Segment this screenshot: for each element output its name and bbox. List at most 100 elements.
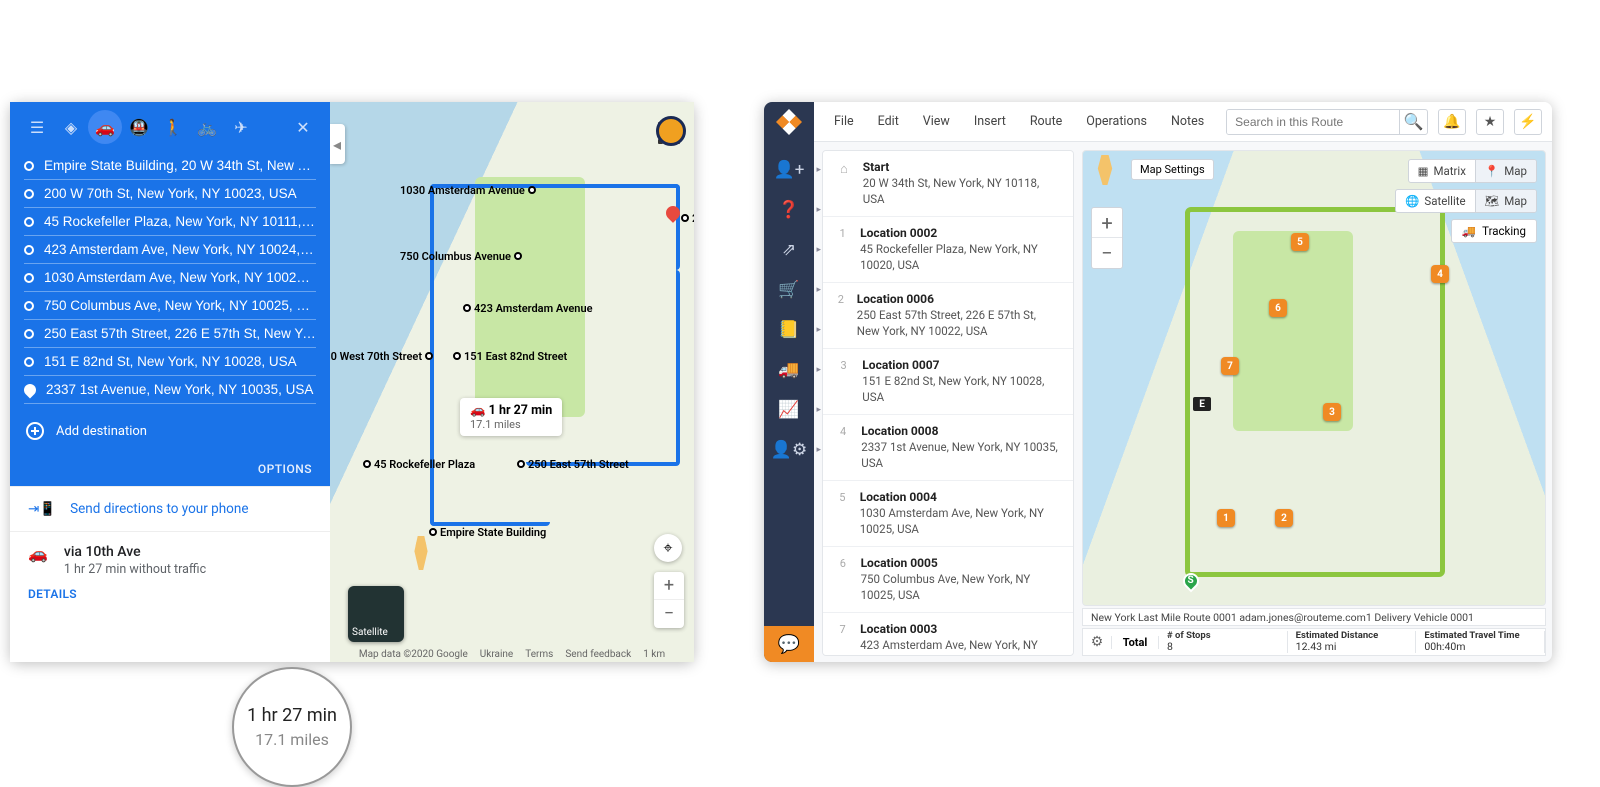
tracking-button[interactable]: 🚚Tracking bbox=[1451, 219, 1537, 243]
gm-waypoint[interactable] bbox=[24, 292, 316, 320]
gm-waypoint[interactable] bbox=[24, 180, 316, 208]
analytics-icon[interactable]: 📈▸ bbox=[769, 394, 809, 426]
chat-icon[interactable]: 💬 bbox=[764, 626, 814, 662]
bolt-icon[interactable]: ⚡ bbox=[1514, 109, 1542, 135]
menu-file[interactable]: File bbox=[824, 110, 864, 133]
rp-stop-item[interactable]: 4Location 00082337 1st Avenue, New York,… bbox=[823, 415, 1073, 481]
stop-marker-icon[interactable]: 4 bbox=[1431, 265, 1449, 283]
dot-icon bbox=[24, 301, 34, 311]
best-route-icon[interactable]: ◈ bbox=[54, 110, 88, 144]
add-destination-button[interactable]: Add destination bbox=[10, 410, 330, 454]
stop-title: Location 0004 bbox=[860, 490, 1061, 504]
stats-header: Estimated Distance bbox=[1296, 631, 1408, 641]
route-summary[interactable]: 🚗 via 10th Ave 1 hr 27 min without traff… bbox=[10, 531, 330, 615]
gm-waypoint[interactable] bbox=[24, 236, 316, 264]
send-to-phone-label: Send directions to your phone bbox=[70, 501, 248, 517]
close-icon[interactable]: ✕ bbox=[286, 110, 320, 144]
rp-stop-list[interactable]: ⌂Start20 W 34th St, New York, NY 10118, … bbox=[822, 150, 1074, 656]
menu-icon[interactable]: ☰ bbox=[20, 110, 54, 144]
zoom-out-button[interactable]: − bbox=[1092, 238, 1122, 268]
send-to-phone-button[interactable]: ⇥📱 Send directions to your phone bbox=[10, 486, 330, 531]
options-button[interactable]: OPTIONS bbox=[10, 454, 330, 486]
route-icon[interactable]: ⇗▸ bbox=[769, 234, 809, 266]
grid-icon: ▦ bbox=[1418, 164, 1429, 178]
matrix-tab[interactable]: ▦Matrix bbox=[1409, 160, 1475, 182]
gm-waypoint[interactable] bbox=[24, 376, 316, 404]
search-icon[interactable]: 🔍 bbox=[1399, 110, 1427, 134]
satellite-tab[interactable]: 🌐Satellite bbox=[1396, 190, 1475, 212]
flight-icon[interactable]: ✈ bbox=[224, 110, 258, 144]
fleet-icon[interactable]: 🚚▸ bbox=[769, 354, 809, 386]
waypoint-input[interactable] bbox=[46, 382, 316, 397]
details-button[interactable]: DETAILS bbox=[28, 587, 312, 601]
menu-insert[interactable]: Insert bbox=[964, 110, 1016, 133]
waypoint-input[interactable] bbox=[44, 354, 316, 369]
account-badge-icon[interactable] bbox=[656, 116, 686, 146]
menu-operations[interactable]: Operations bbox=[1076, 110, 1157, 133]
cart-icon[interactable]: 🛒▸ bbox=[769, 274, 809, 306]
stop-address: 1030 Amsterdam Ave, New York, NY 10025, … bbox=[860, 506, 1061, 537]
zoom-in-button[interactable]: + bbox=[1092, 208, 1122, 238]
end-marker-icon[interactable]: E bbox=[1193, 397, 1211, 411]
stop-number: 5 bbox=[835, 490, 850, 537]
waypoint-input[interactable] bbox=[44, 270, 316, 285]
map-settings-button[interactable]: Map Settings bbox=[1131, 159, 1214, 180]
menu-route[interactable]: Route bbox=[1020, 110, 1072, 133]
map-tab[interactable]: 📍Map bbox=[1475, 160, 1536, 182]
waypoint-input[interactable] bbox=[44, 242, 316, 257]
waypoint-input[interactable] bbox=[44, 158, 316, 173]
bell-icon[interactable]: 🔔 bbox=[1438, 109, 1466, 135]
transit-icon[interactable]: 🚇 bbox=[122, 110, 156, 144]
bike-icon[interactable]: 🚲 bbox=[190, 110, 224, 144]
stats-header: # of Stops bbox=[1167, 631, 1279, 641]
rp-stop-item[interactable]: 3Location 0007151 E 82nd St, New York, N… bbox=[823, 349, 1073, 415]
menu-notes[interactable]: Notes bbox=[1161, 110, 1214, 133]
rp-stop-item[interactable]: 7Location 0003423 Amsterdam Ave, New Yor… bbox=[823, 613, 1073, 656]
rp-stop-item[interactable]: 6Location 0005750 Columbus Ave, New York… bbox=[823, 547, 1073, 613]
rp-stop-item[interactable]: ⌂Start20 W 34th St, New York, NY 10118, … bbox=[823, 151, 1073, 217]
logo-icon[interactable] bbox=[776, 109, 802, 135]
add-user-icon[interactable]: 👤+▸ bbox=[769, 154, 809, 186]
rp-stop-item[interactable]: 2Location 0006250 East 57th Street, 226 … bbox=[823, 283, 1073, 349]
stop-marker-icon[interactable]: 3 bbox=[1323, 403, 1341, 421]
gm-waypoint[interactable] bbox=[24, 152, 316, 180]
car-icon[interactable]: 🚗 bbox=[88, 110, 122, 144]
waypoint-input[interactable] bbox=[44, 214, 316, 229]
satellite-toggle[interactable]: Satellite bbox=[348, 586, 404, 642]
zoom-in-button[interactable]: + bbox=[654, 572, 684, 600]
zoom-out-button[interactable]: − bbox=[654, 600, 684, 628]
stop-number: 6 bbox=[835, 556, 851, 603]
rp-stop-item[interactable]: 5 Location 0004 1030 Amsterdam Ave, New Yo… bbox=[823, 481, 1073, 547]
star-icon[interactable]: ★ bbox=[1476, 109, 1504, 135]
search-input[interactable] bbox=[1227, 110, 1399, 134]
waypoint-input[interactable] bbox=[44, 186, 316, 201]
help-icon[interactable]: ❓▸ bbox=[769, 194, 809, 226]
stop-marker-icon[interactable]: 1 bbox=[1217, 509, 1235, 527]
address-book-icon[interactable]: 📒▸ bbox=[769, 314, 809, 346]
map-tab-2[interactable]: 🗺Map bbox=[1475, 190, 1536, 212]
gm-sidebar: ☰ ◈ 🚗 🚇 🚶 🚲 ✈ ✕ Add destination OPTIO bbox=[10, 102, 330, 662]
stop-title: Location 0002 bbox=[860, 226, 1061, 240]
stop-marker-icon[interactable]: 7 bbox=[1221, 357, 1239, 375]
compass-button[interactable]: ⌖ bbox=[654, 534, 682, 562]
collapse-sidebar-button[interactable]: ◂ bbox=[330, 124, 345, 164]
rp-stop-item[interactable]: 1Location 000245 Rockefeller Plaza, New … bbox=[823, 217, 1073, 283]
gm-waypoint[interactable] bbox=[24, 320, 316, 348]
gm-map-canvas[interactable]: ◂ 1030 Amsterdam Avenue 750 Columbus Ave… bbox=[330, 102, 694, 662]
phone-icon: ⇥📱 bbox=[28, 501, 56, 517]
waypoint-input[interactable] bbox=[44, 326, 316, 341]
waypoint-input[interactable] bbox=[44, 298, 316, 313]
gear-icon[interactable]: ⚙ bbox=[1083, 634, 1111, 650]
stop-marker-icon[interactable]: 5 bbox=[1291, 233, 1309, 251]
menu-edit[interactable]: Edit bbox=[868, 110, 909, 133]
gm-waypoint[interactable] bbox=[24, 208, 316, 236]
rp-map-canvas[interactable]: Map Settings + − ▦Matrix 📍Map 🌐Satellite… bbox=[1082, 150, 1546, 606]
menu-view[interactable]: View bbox=[913, 110, 960, 133]
gm-waypoint[interactable] bbox=[24, 264, 316, 292]
user-settings-icon[interactable]: 👤⚙▸ bbox=[769, 434, 809, 466]
stop-marker-icon[interactable]: 6 bbox=[1269, 299, 1287, 317]
walk-icon[interactable]: 🚶 bbox=[156, 110, 190, 144]
gm-waypoint[interactable] bbox=[24, 348, 316, 376]
stop-marker-icon[interactable]: 2 bbox=[1275, 509, 1293, 527]
route-notraffic: 1 hr 27 min without traffic bbox=[64, 562, 206, 577]
